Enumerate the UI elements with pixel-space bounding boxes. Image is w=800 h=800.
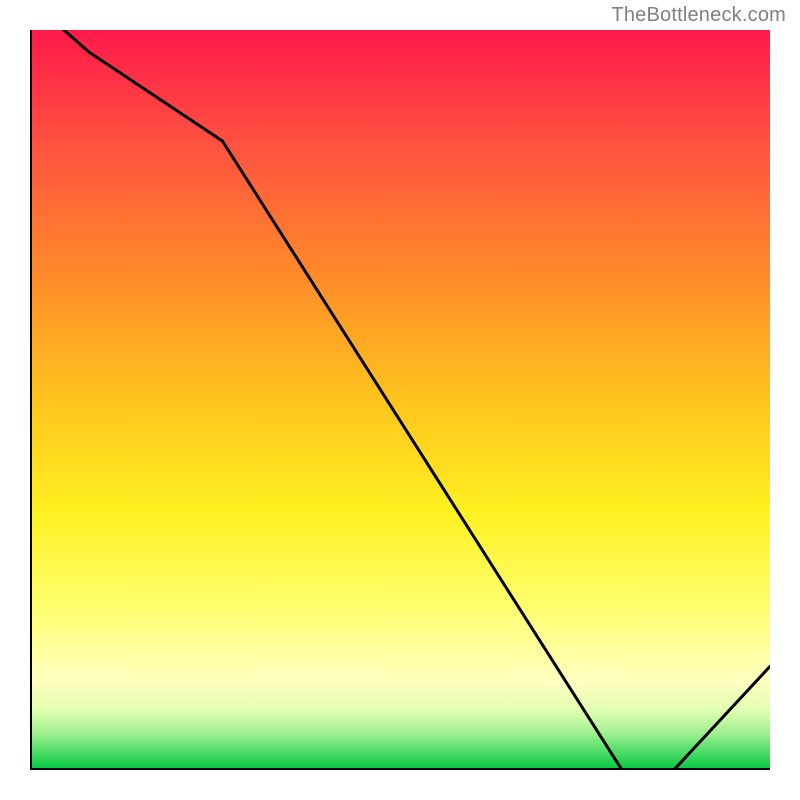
chart-background-gradient	[30, 30, 770, 770]
watermark-text: TheBottleneck.com	[611, 4, 786, 27]
chart-plot-area	[30, 30, 770, 770]
